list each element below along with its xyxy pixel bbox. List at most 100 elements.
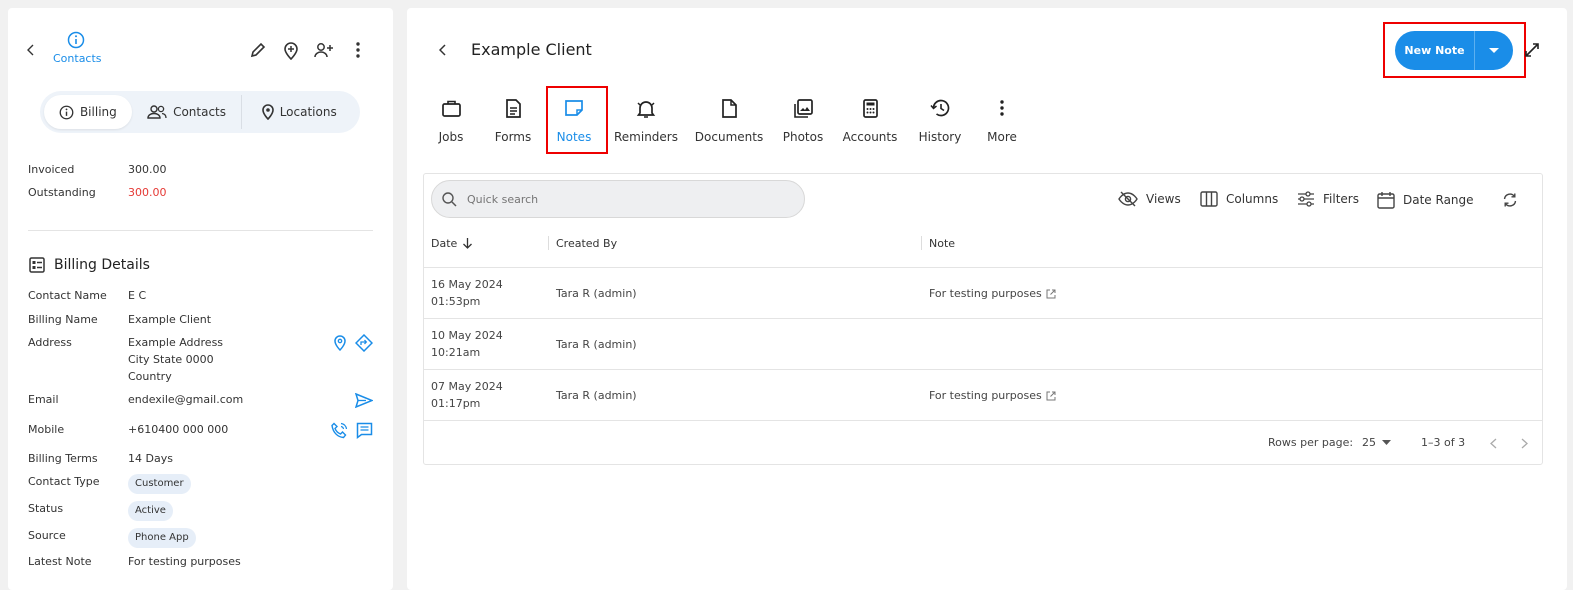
tab-history[interactable]: History [917, 94, 963, 144]
row-3-date: 07 May 2024 [431, 380, 503, 393]
row-1-date: 16 May 2024 [431, 278, 503, 291]
tab-photos-label: Photos [782, 130, 824, 144]
calculator-icon [862, 94, 878, 122]
segment-locations[interactable]: Locations [242, 95, 356, 129]
photos-icon [793, 94, 813, 122]
row-2-created-by: Tara R (admin) [556, 338, 637, 351]
column-date-label: Date [431, 237, 458, 250]
document-icon [505, 94, 521, 122]
email-value: endexile@gmail.com [128, 393, 244, 406]
history-icon [930, 94, 950, 122]
segment-contacts-label: Contacts [173, 105, 227, 119]
contact-sidebar: Contacts Billing Contacts Locations Invo… [8, 8, 393, 590]
open-external-icon[interactable] [1046, 289, 1056, 299]
column-header-note[interactable]: Note [929, 237, 955, 250]
add-person-icon[interactable] [313, 40, 335, 60]
column-separator [548, 236, 549, 250]
column-separator [921, 236, 922, 250]
rows-per-page-select[interactable]: 25 [1362, 434, 1391, 451]
segment-billing[interactable]: Billing [44, 95, 132, 129]
edit-icon[interactable] [248, 40, 268, 60]
tab-photos[interactable]: Photos [781, 94, 825, 144]
column-header-created-by[interactable]: Created By [556, 237, 617, 250]
row-divider [423, 318, 1543, 319]
message-icon[interactable] [354, 420, 374, 440]
tab-history-label: History [918, 130, 962, 144]
status-chip: Active [128, 501, 173, 521]
row-1-note: For testing purposes [929, 287, 1042, 300]
billing-terms-label: Billing Terms [28, 452, 98, 465]
search-box[interactable] [431, 180, 805, 218]
row-3-created-by: Tara R (admin) [556, 389, 637, 402]
status-label: Status [28, 502, 64, 515]
row-1-note-link[interactable]: For testing purposes [929, 285, 1056, 302]
invoiced-label: Invoiced [28, 163, 75, 176]
location-icon [261, 104, 274, 120]
latest-note-value: For testing purposes [128, 555, 241, 568]
directions-icon[interactable] [354, 333, 374, 353]
tab-documents[interactable]: Documents [695, 94, 763, 144]
row-divider [423, 420, 1543, 421]
segment-contacts[interactable]: Contacts [132, 95, 242, 129]
sort-arrow-down-icon[interactable] [463, 238, 473, 249]
briefcase-icon [441, 94, 461, 122]
tab-reminders[interactable]: Reminders [614, 94, 678, 144]
billing-details-title: Billing Details [54, 257, 150, 273]
info-icon[interactable] [66, 30, 86, 50]
rows-per-page-label: Rows per page: [1268, 436, 1354, 449]
filters-icon [1297, 191, 1315, 207]
tab-more-label: More [987, 130, 1017, 144]
refresh-icon[interactable] [1501, 191, 1519, 209]
more-vert-icon [1000, 94, 1004, 122]
segment-billing-label: Billing [79, 105, 117, 119]
filters-button[interactable]: Filters [1297, 191, 1359, 207]
outstanding-label: Outstanding [28, 186, 96, 199]
row-2-time: 10:21am [431, 346, 481, 359]
send-icon[interactable] [354, 391, 374, 409]
back-icon[interactable] [435, 41, 451, 59]
date-range-button[interactable]: Date Range [1377, 191, 1474, 209]
segment-locations-label: Locations [279, 105, 337, 119]
tab-forms[interactable]: Forms [491, 94, 535, 144]
invoiced-value: 300.00 [128, 163, 167, 176]
open-external-icon[interactable] [1046, 391, 1056, 401]
mobile-label: Mobile [28, 423, 65, 436]
page-title: Example Client [471, 40, 592, 59]
pagination-range: 1–3 of 3 [1421, 436, 1466, 449]
phone-icon[interactable] [329, 420, 349, 440]
source-label: Source [28, 529, 66, 542]
prev-page-icon[interactable] [1487, 435, 1499, 451]
email-label: Email [28, 393, 59, 406]
contact-name-value: E C [128, 289, 147, 302]
billing-terms-value: 14 Days [128, 452, 173, 465]
column-header-date[interactable]: Date [431, 237, 473, 250]
section-divider [28, 230, 373, 231]
views-button[interactable]: Views [1118, 191, 1181, 207]
row-1-created-by: Tara R (admin) [556, 287, 637, 300]
expand-icon[interactable] [1521, 39, 1543, 61]
contacts-tab-label[interactable]: Contacts [53, 52, 102, 65]
chevron-left-icon[interactable] [24, 41, 38, 59]
date-range-label: Date Range [1403, 193, 1474, 207]
columns-button[interactable]: Columns [1200, 191, 1278, 207]
contact-name-label: Contact Name [28, 289, 107, 302]
more-vert-icon[interactable] [350, 40, 366, 60]
header-divider [423, 267, 1543, 268]
info-icon [59, 105, 74, 120]
address-line-2: City State 0000 [128, 353, 214, 366]
file-icon [721, 94, 737, 122]
add-location-icon[interactable] [281, 39, 301, 61]
search-input[interactable] [467, 192, 767, 206]
columns-icon [1200, 191, 1218, 207]
next-page-icon[interactable] [1518, 435, 1530, 451]
tab-jobs[interactable]: Jobs [431, 94, 471, 144]
caret-down-icon [1382, 440, 1391, 445]
tab-more[interactable]: More [981, 94, 1023, 144]
mobile-value: +610400 000 000 [128, 423, 229, 436]
row-3-note-link[interactable]: For testing purposes [929, 387, 1056, 404]
tab-accounts[interactable]: Accounts [843, 94, 897, 144]
row-divider [423, 369, 1543, 370]
search-icon [442, 191, 457, 207]
tab-accounts-label: Accounts [842, 130, 898, 144]
map-pin-icon[interactable] [332, 334, 348, 352]
